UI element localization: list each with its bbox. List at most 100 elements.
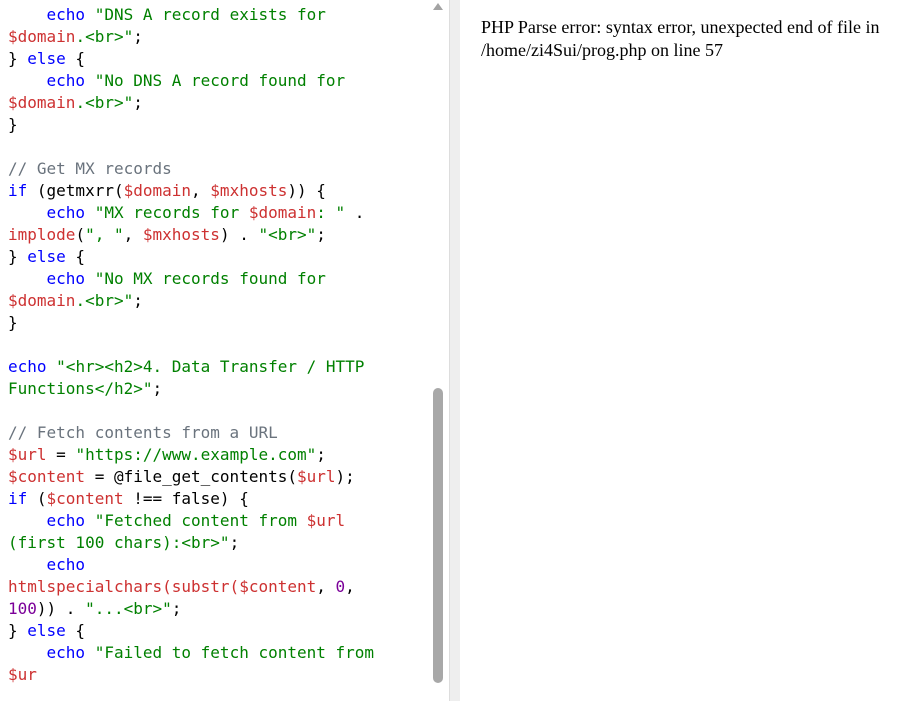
code-token: "<br>" [258,225,317,244]
code-line: echo "No MX records found for [8,268,374,290]
code-content[interactable]: echo "DNS A record exists for $domain.<br… [8,4,374,686]
code-line: } [8,312,374,334]
code-token: $mxhosts [210,181,288,200]
code-line: $domain.<br>"; [8,26,374,48]
code-token: "...<br>" [85,599,172,618]
code-token: "DNS A record exists for [94,5,326,24]
code-token: else [27,247,66,266]
code-token: $content [46,489,124,508]
code-line: echo "DNS A record exists for [8,4,374,26]
code-token: : " [316,203,346,222]
code-token: )) . [36,599,86,618]
code-token: ; [133,291,143,310]
code-token: ( [27,489,47,508]
code-token: $ur [8,665,37,684]
code-token: ; [171,599,182,618]
code-line: echo [8,554,374,576]
code-line: echo "Fetched content from $url [8,510,374,532]
code-editor[interactable]: echo "DNS A record exists for $domain.<br… [0,0,428,701]
code-line: implode(", ", $mxhosts) . "<br>"; [8,224,374,246]
code-token: $domain [8,291,76,310]
code-line: $domain.<br>"; [8,92,374,114]
code-token: $mxhosts [142,225,220,244]
code-token: ( [75,225,86,244]
code-token: ) . [219,225,259,244]
code-line: } else { [8,48,374,70]
code-line: echo "Failed to fetch content from [8,642,375,664]
code-token: ); [335,467,355,486]
code-token: echo [8,511,95,530]
code-token: ; [133,27,143,46]
code-token: } [8,247,28,266]
code-line: htmlspecialchars(substr($content, 0, [8,576,374,598]
code-token: { [65,621,86,640]
code-token: $content [239,577,317,596]
code-token: .<br>" [75,93,134,112]
code-token: { [65,247,86,266]
code-line: $domain.<br>"; [8,290,374,312]
code-token: "Fetched content from [94,511,307,530]
code-token: ; [133,93,143,112]
output-pane: PHP Parse error: syntax error, unexpecte… [460,0,903,701]
code-token: $domain [123,181,192,200]
code-token: , [345,577,355,596]
code-token: ; [152,379,163,398]
code-token: // Fetch contents from a URL [8,423,278,442]
code-token: "No DNS A record found for [94,71,346,90]
code-token: } [8,115,18,134]
code-token: } [8,49,28,68]
code-line: Functions</h2>"; [8,378,374,400]
code-token: ; [316,445,326,464]
code-token: $url [8,445,47,464]
code-line: $ur [8,664,374,686]
code-token: = [46,445,76,464]
code-token: htmlspecialchars(substr( [8,577,240,596]
code-token: if [8,489,28,508]
code-token: } [8,621,28,640]
editor-scrollbar[interactable] [430,0,446,701]
code-token: else [27,621,66,640]
code-token: , [123,225,143,244]
code-token: ; [316,225,326,244]
code-line: if ($content !== false) { [8,488,374,510]
code-token: $url [306,511,346,530]
code-line: // Fetch contents from a URL [8,422,374,444]
code-line: echo "MX records for $domain: " . [8,202,374,224]
php-sandbox-window: echo "DNS A record exists for $domain.<br… [0,0,903,701]
code-token: . [345,203,365,222]
code-token: $domain [8,27,76,46]
code-line: // Get MX records [8,158,374,180]
code-line: } else { [8,246,374,268]
code-token: "<hr><h2>4. Data Transfer / HTTP [56,357,365,376]
code-line: $content = @file_get_contents($url); [8,466,374,488]
code-token: (first 100 chars):<br>" [8,533,230,552]
code-token: "MX records for [94,203,249,222]
code-token: } [8,313,18,332]
code-token: .<br>" [75,27,134,46]
code-token: if [8,181,28,200]
code-token: else [27,49,66,68]
code-token: )) { [287,181,326,200]
scrollbar-thumb[interactable] [433,388,443,683]
code-token: = @file_get_contents( [85,467,297,486]
code-token: "https://www.example.com" [75,445,317,464]
code-token: 100 [8,599,37,618]
code-token: echo [8,203,95,222]
code-token: echo [8,269,95,288]
code-line: $url = "https://www.example.com"; [8,444,374,466]
pane-divider[interactable] [449,0,460,701]
code-token: "No MX records found for [94,269,326,288]
code-token: echo [8,71,95,90]
code-token: // Get MX records [8,159,172,178]
code-line: 100)) . "...<br>"; [8,598,374,620]
code-token: $content [8,467,86,486]
code-token: ; [229,533,240,552]
code-line: echo "No DNS A record found for [8,70,374,92]
code-token: { [65,49,86,68]
code-token: $domain [8,93,76,112]
scroll-up-arrow-icon[interactable] [433,3,443,10]
code-token: implode [8,225,76,244]
code-line: (first 100 chars):<br>"; [8,532,374,554]
